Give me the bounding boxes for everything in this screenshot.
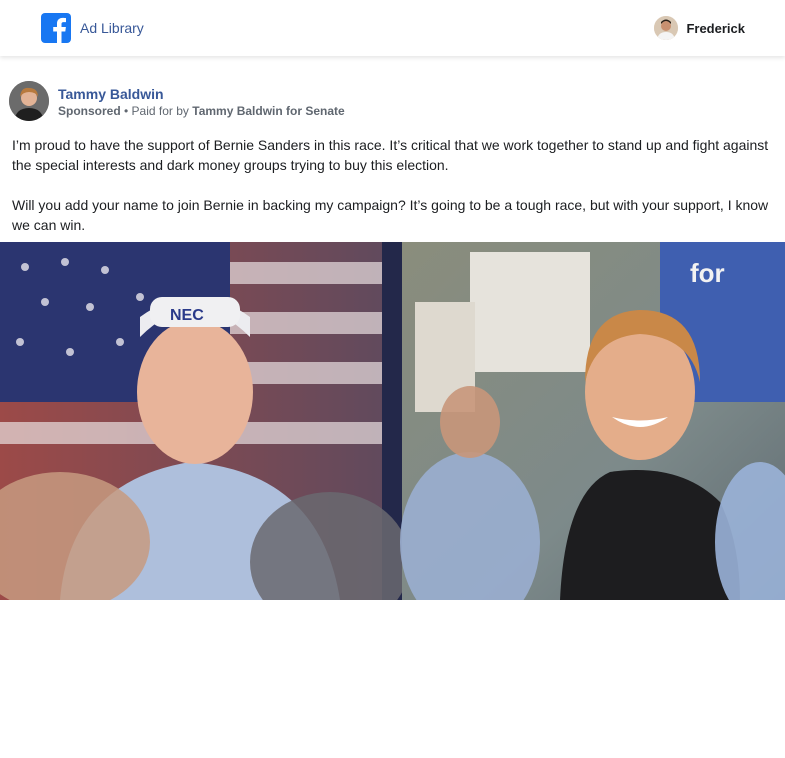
svg-text:NEC: NEC [170, 307, 204, 324]
ad-disclaimer: Sponsored • Paid for by Tammy Baldwin fo… [58, 104, 345, 118]
user-profile-menu[interactable]: Frederick [654, 16, 745, 40]
paid-for-prefix: Paid for by [131, 104, 193, 118]
ad-body-paragraph: I’m proud to have the support of Bernie … [12, 137, 769, 173]
sponsored-label: Sponsored [58, 104, 121, 118]
facebook-logo-icon [41, 13, 71, 43]
ad-library-home-link[interactable]: Ad Library [41, 13, 144, 43]
advertiser-avatar[interactable] [9, 81, 49, 121]
top-navigation-bar: Ad Library Frederick [0, 0, 785, 56]
paid-for-by-entity: Tammy Baldwin for Senate [192, 104, 345, 118]
user-avatar [654, 16, 679, 40]
ad-photo: NEC for [0, 242, 785, 600]
user-name: Frederick [686, 20, 745, 36]
advertiser-name-link[interactable]: Tammy Baldwin [58, 86, 164, 102]
ad-creative-image[interactable]: NEC for [0, 242, 785, 600]
ad-library-label: Ad Library [80, 20, 144, 36]
ad-body-paragraph: Will you add your name to join Bernie in… [12, 197, 769, 233]
separator-dot: • [120, 104, 132, 118]
ad-body-text: I’m proud to have the support of Bernie … [12, 135, 774, 235]
svg-text:for: for [690, 258, 725, 288]
